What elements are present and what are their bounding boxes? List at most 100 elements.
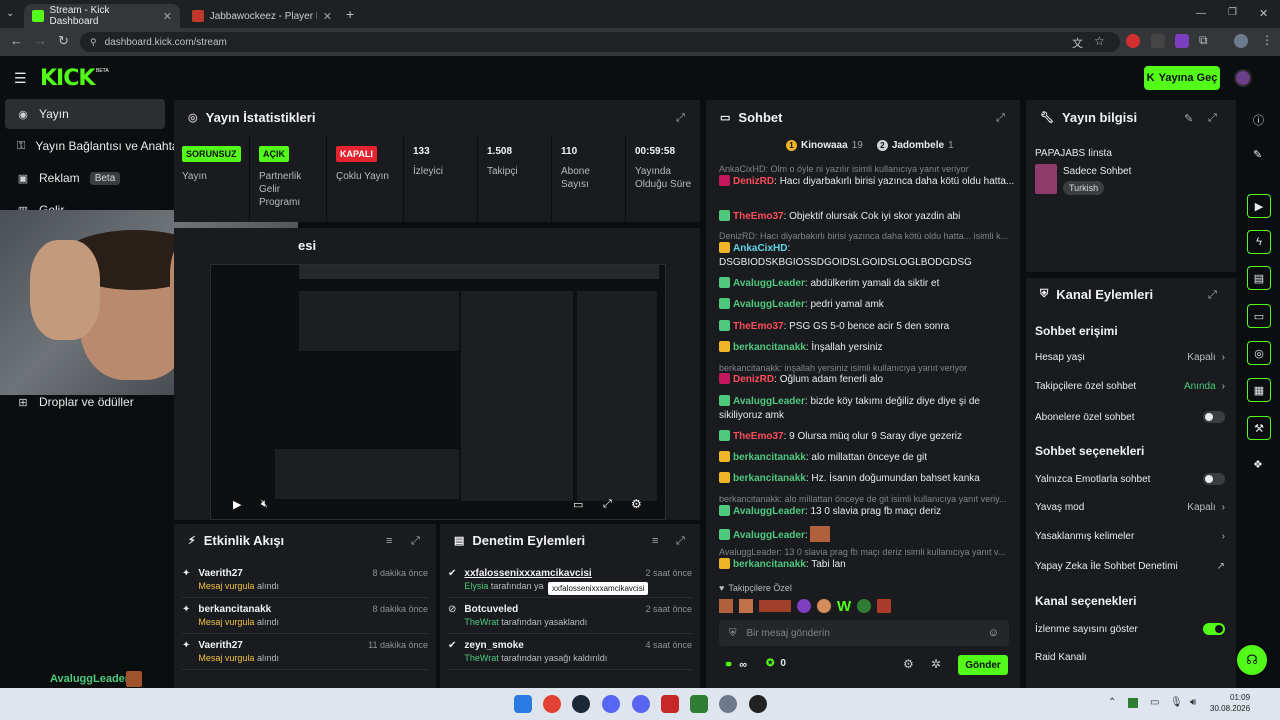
rail-extras-icon[interactable]: ❖ bbox=[1253, 458, 1263, 471]
browser-menu-icon[interactable]: ⋮ bbox=[1261, 33, 1273, 47]
expand-icon[interactable]: ⤢ bbox=[676, 112, 685, 125]
chat-message[interactable]: AvaluggLeader: 13 0 slavia prag fb maçı … bbox=[719, 505, 1019, 519]
chrome-icon[interactable] bbox=[543, 695, 561, 713]
tray-app-icon[interactable] bbox=[1128, 698, 1138, 708]
kick-logo[interactable]: KICK bbox=[40, 66, 95, 91]
reload-icon[interactable]: ↻ bbox=[58, 33, 69, 49]
settings-gear-icon[interactable]: ⚙ bbox=[903, 657, 914, 671]
filter-icon[interactable]: ≡ bbox=[652, 535, 658, 547]
xbox-icon[interactable] bbox=[690, 695, 708, 713]
chat-message[interactable]: AvaluggLeader: bbox=[719, 526, 1019, 543]
top-user-2[interactable]: 2 Jadombele 1 bbox=[876, 140, 954, 151]
list-item[interactable]: ✦ Vaerith27 Mesaj vurgula alındı 8 dakik… bbox=[182, 562, 428, 598]
emote-icon[interactable] bbox=[817, 599, 831, 613]
rail-target-icon[interactable]: ◎ bbox=[1247, 341, 1271, 365]
setting-followers-only[interactable]: Takipçilere özel sohbet Anında › bbox=[1035, 381, 1225, 392]
taskbar-clock[interactable]: 01:09 30.08.2026 bbox=[1210, 692, 1250, 714]
chat-message[interactable]: AnkaCixHD: DSGBIODSKBGIOSSDGOIDSLGOIDSLO… bbox=[719, 242, 1019, 270]
hamburger-menu-icon[interactable]: ☰ bbox=[14, 70, 27, 87]
emote-icon[interactable] bbox=[857, 599, 872, 613]
chat-message[interactable]: AvaluggLeader: pedri yamal amk bbox=[719, 298, 1019, 312]
emote-icon[interactable] bbox=[719, 599, 733, 613]
bookmark-star-icon[interactable]: ☆ bbox=[1094, 34, 1105, 48]
chat-username[interactable]: AvaluggLeader bbox=[733, 506, 805, 517]
emote-icon[interactable] bbox=[877, 599, 892, 613]
mic-icon[interactable]: 🎙︎ bbox=[1170, 697, 1183, 708]
setting-emote-only[interactable]: Yalnızca Emotlarla sohbet bbox=[1035, 473, 1225, 485]
tray-chevron-icon[interactable]: ⌃ bbox=[1108, 697, 1116, 708]
mod-tools-icon[interactable]: ✲ bbox=[931, 657, 941, 671]
riot-icon[interactable] bbox=[661, 695, 679, 713]
chat-message[interactable]: AvaluggLeader: abdülkerim yamali da sikt… bbox=[719, 277, 1019, 291]
chat-message[interactable]: berkancitanakk: Hz. İsanın doğumundan ba… bbox=[719, 472, 1019, 486]
settings-gear-icon[interactable] bbox=[719, 695, 737, 713]
chat-infinity[interactable]: ⚭ ∞ bbox=[724, 658, 747, 672]
chat-message[interactable]: DenizRD: Hacı diyarbakırlı birisi yazınc… bbox=[719, 175, 1019, 189]
chat-message[interactable]: TheEmo37: Objektif olursak Cok iyi skor … bbox=[719, 210, 1019, 224]
steam-icon[interactable] bbox=[572, 695, 590, 713]
fullscreen-icon[interactable]: ⤢ bbox=[603, 498, 612, 511]
setting-banned-words[interactable]: Yasaklanmış kelimeler › bbox=[1035, 531, 1225, 542]
chat-username[interactable]: AvaluggLeader bbox=[733, 278, 805, 289]
emote-w-icon[interactable]: W bbox=[837, 598, 851, 615]
setting-raid-channel[interactable]: Raid Kanalı bbox=[1035, 652, 1225, 663]
send-button[interactable]: Gönder bbox=[958, 655, 1008, 675]
extension-dark-icon[interactable] bbox=[1151, 34, 1165, 48]
tab-search-icon[interactable]: ⌄ bbox=[6, 8, 14, 19]
chat-username[interactable]: TheEmo37 bbox=[733, 211, 784, 222]
toggle-switch[interactable] bbox=[1203, 473, 1225, 485]
chat-message[interactable]: TheEmo37: 9 Olursa müq olur 9 Saray diye… bbox=[719, 430, 1019, 444]
edit-icon[interactable]: ✎ bbox=[1184, 112, 1193, 125]
support-button[interactable]: ☊ bbox=[1237, 645, 1267, 675]
mute-icon[interactable]: 🔇︎ bbox=[261, 498, 268, 511]
chat-username[interactable]: berkancitanakk bbox=[733, 342, 806, 353]
site-info-icon[interactable]: ⚲ bbox=[90, 37, 97, 48]
chat-username[interactable]: AvaluggLeader bbox=[733, 396, 805, 407]
discord-icon[interactable] bbox=[602, 695, 620, 713]
expand-icon[interactable]: ⤢ bbox=[996, 112, 1005, 125]
extension-purple-icon[interactable] bbox=[1175, 34, 1189, 48]
tab-kick-dashboard[interactable]: Stream - Kick Dashboard ✕ bbox=[24, 4, 180, 28]
network-icon[interactable]: ▭ bbox=[1150, 697, 1159, 708]
filter-icon[interactable]: ≡ bbox=[386, 535, 392, 547]
go-live-button[interactable]: K Yayına Geç bbox=[1144, 66, 1220, 90]
chat-username[interactable]: berkancitanakk bbox=[733, 559, 806, 570]
discord-icon[interactable] bbox=[632, 695, 650, 713]
back-icon[interactable]: ← bbox=[10, 33, 23, 48]
list-item[interactable]: ✦ Vaerith27 Mesaj vurgula alındı 11 daki… bbox=[182, 634, 428, 670]
info-icon[interactable]: ⓘ bbox=[1253, 112, 1264, 128]
rail-doc-icon[interactable]: ▤ bbox=[1247, 266, 1271, 290]
extension-red-icon[interactable] bbox=[1126, 34, 1140, 48]
extensions-puzzle-icon[interactable]: ⧉ bbox=[1199, 33, 1208, 48]
list-item[interactable]: ✔ zeyn_smoke TheWrat tarafından yasağı k… bbox=[448, 634, 692, 670]
avatar[interactable] bbox=[1234, 69, 1252, 87]
expand-icon[interactable]: ⤢ bbox=[1208, 112, 1217, 125]
windows-start-icon[interactable] bbox=[514, 695, 532, 713]
chat-input-field[interactable]: ⛨ Bir mesaj gönderin ☺ bbox=[719, 620, 1009, 646]
setting-subs-only[interactable]: Abonelere özel sohbet bbox=[1035, 411, 1225, 423]
profile-icon[interactable] bbox=[1234, 34, 1248, 48]
play-icon[interactable]: ▶ bbox=[233, 498, 241, 511]
minimize-button[interactable]: — bbox=[1196, 8, 1206, 19]
sidebar-item-reklam[interactable]: ▣ Reklam Beta bbox=[5, 163, 165, 193]
rail-wrench-icon[interactable]: ⚒ bbox=[1247, 416, 1271, 440]
chat-message[interactable]: berkancitanakk: İnşallah yersiniz bbox=[719, 341, 1019, 355]
obs-icon[interactable] bbox=[749, 695, 767, 713]
expand-icon[interactable]: ⤢ bbox=[1208, 289, 1217, 302]
channel-points[interactable]: ✪ 0 bbox=[766, 658, 786, 669]
sidebar-item-yayin[interactable]: ◉ Yayın bbox=[5, 99, 165, 129]
chat-message[interactable]: DenizRD: Oğlum adam fenerli alo bbox=[719, 373, 1019, 387]
moderation-user[interactable]: zeyn_smoke bbox=[464, 640, 607, 651]
setting-account-age[interactable]: Hesap yaşı Kapalı › bbox=[1035, 352, 1225, 363]
chat-message[interactable]: AvaluggLeader: bizde köy takımı değiliz … bbox=[719, 395, 1019, 423]
chat-username[interactable]: AnkaCixHD bbox=[733, 243, 787, 254]
list-item[interactable]: ⊘ Botcuveled TheWrat tarafından yasaklan… bbox=[448, 598, 692, 634]
setting-ai-moderation[interactable]: Yapay Zeka İle Sohbet Denetimi ↗ bbox=[1035, 561, 1225, 572]
chat-username[interactable]: berkancitanakk bbox=[733, 452, 806, 463]
rail-video-icon[interactable]: ▶ bbox=[1247, 194, 1271, 218]
category-name[interactable]: Sadece Sohbet bbox=[1063, 166, 1131, 177]
expand-icon[interactable]: ⤢ bbox=[676, 535, 685, 548]
chat-username[interactable]: DenizRD bbox=[733, 374, 774, 385]
stream-preview-video[interactable]: ▶ 🔇︎ ▭ ⤢ ⚙ bbox=[210, 264, 666, 520]
url-bar[interactable]: ⚲ dashboard.kick.com/stream bbox=[80, 32, 1120, 52]
